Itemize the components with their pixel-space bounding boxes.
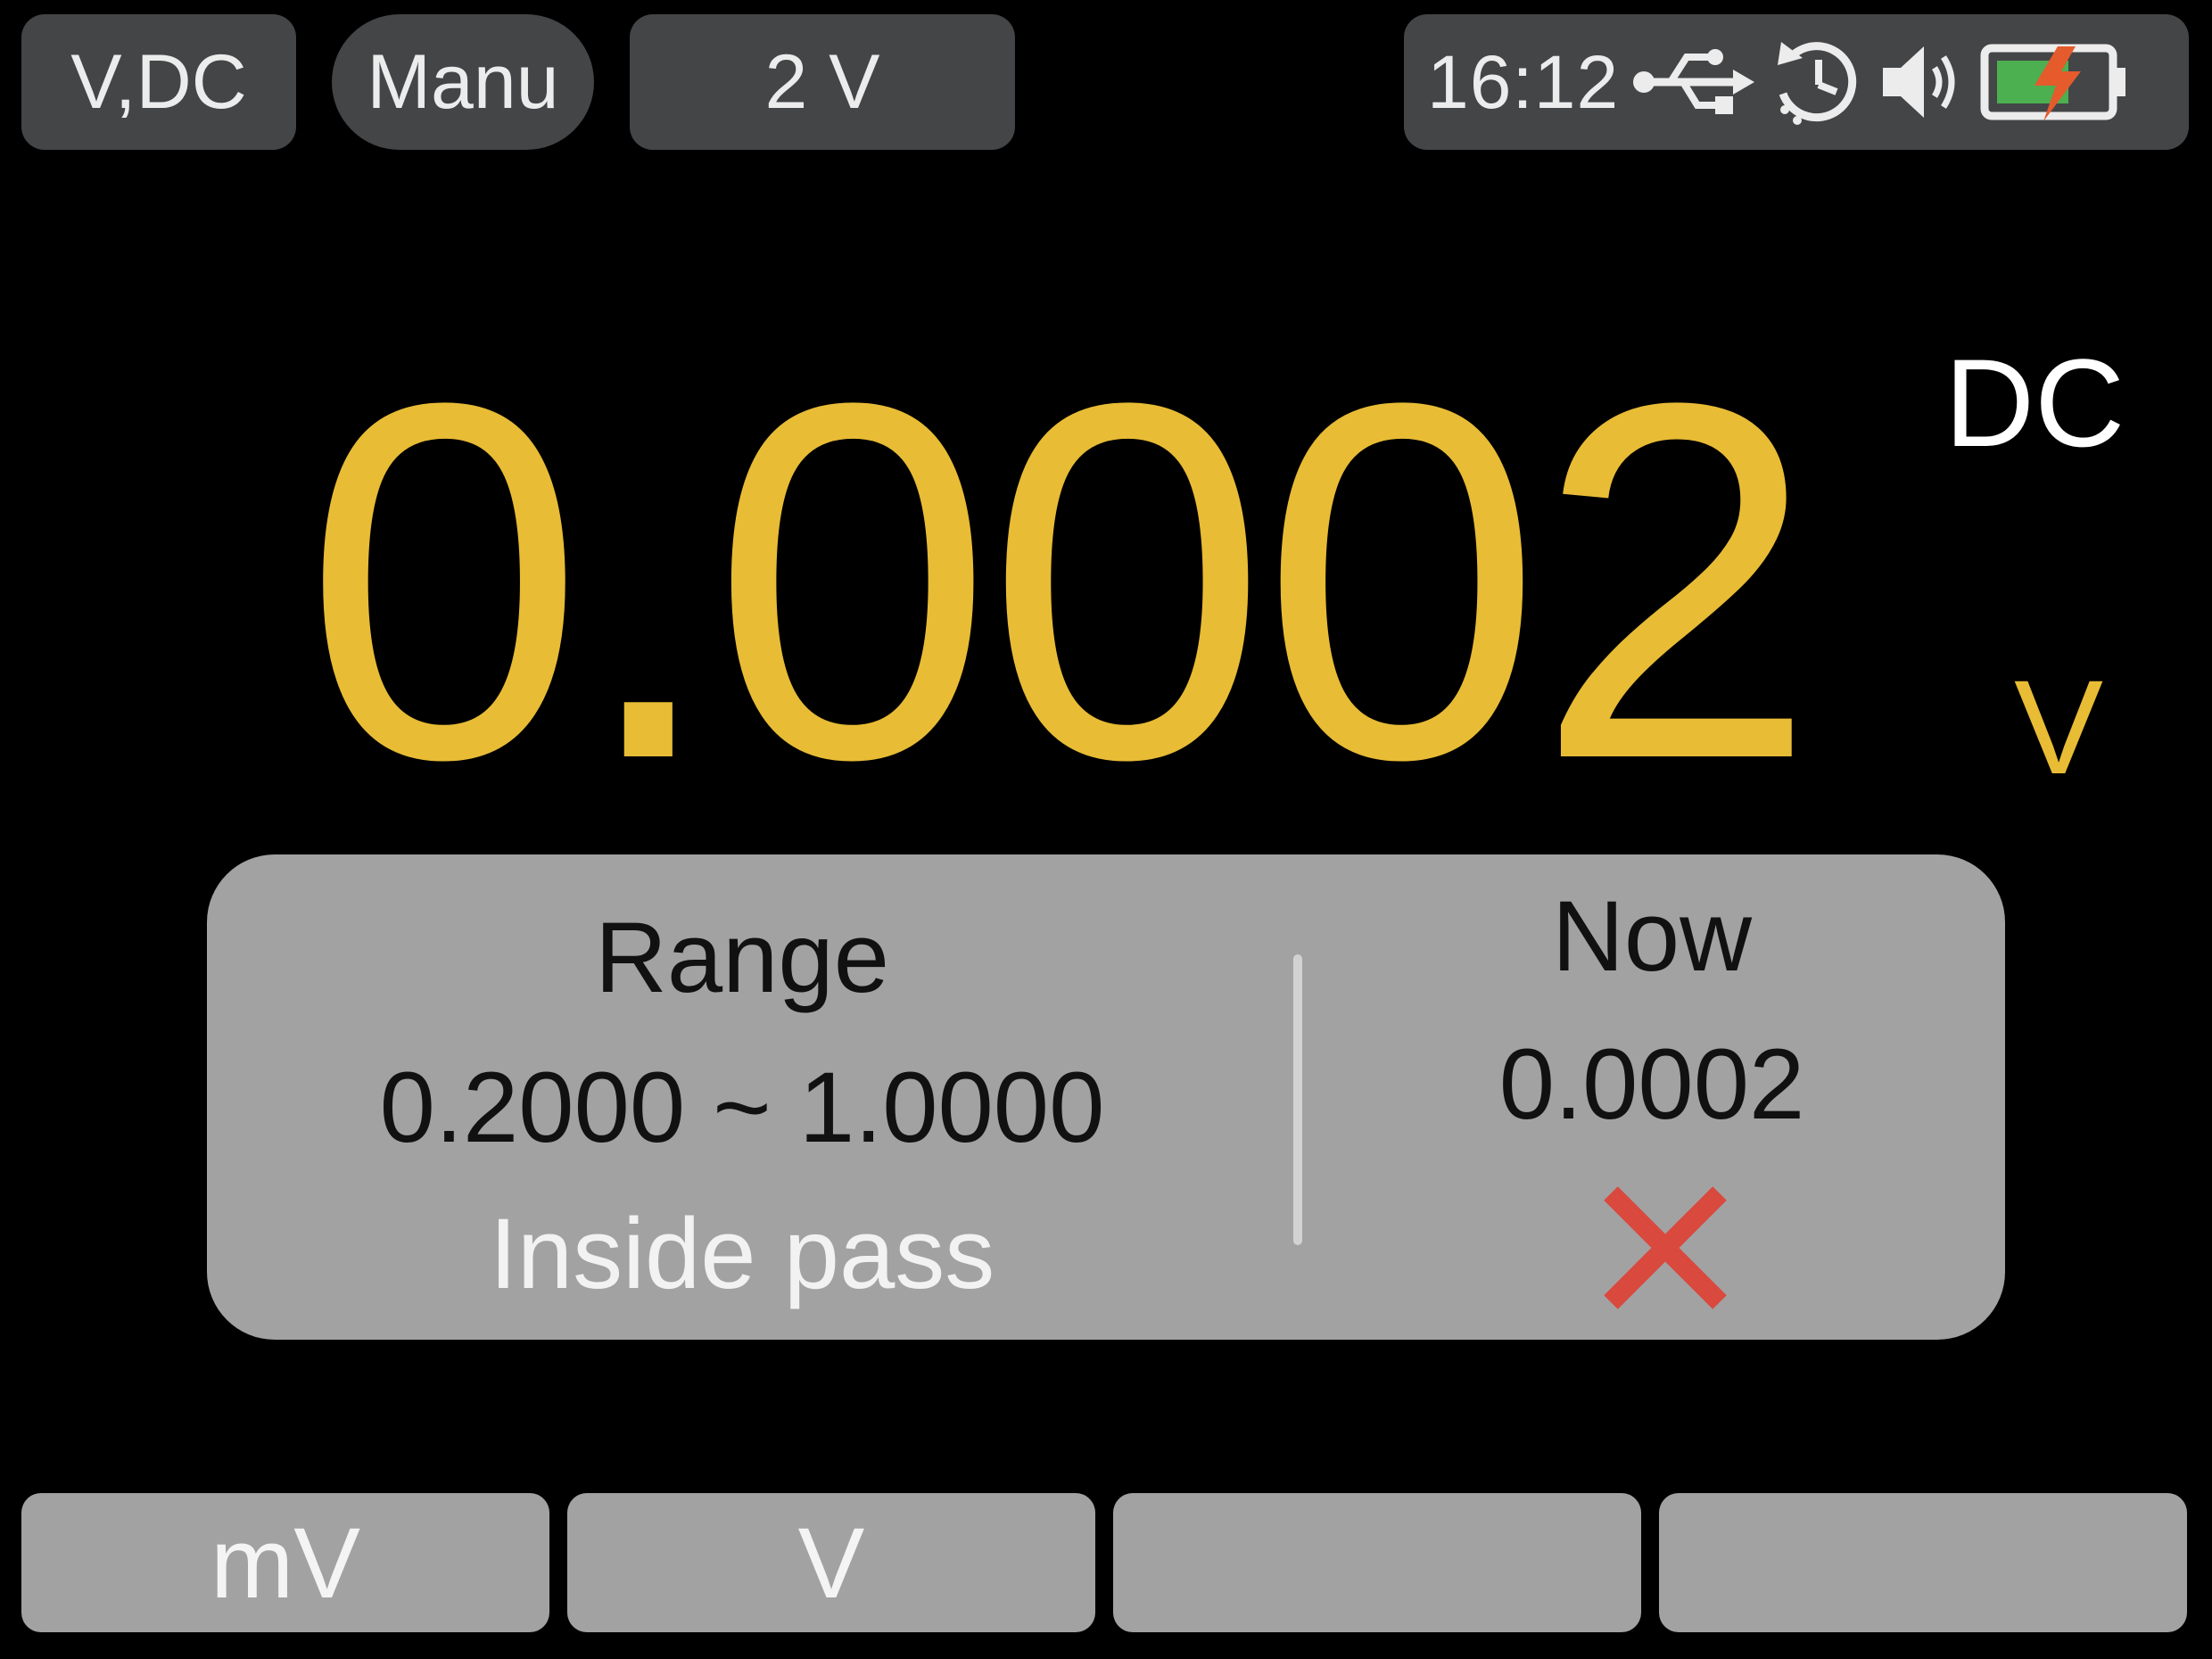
range-mode-button[interactable]: Manu: [332, 14, 594, 150]
timer-icon: [1767, 33, 1865, 131]
speaker-icon: [1878, 37, 1967, 127]
softkey-4[interactable]: [1659, 1493, 2187, 1632]
softkey-mv-label: mV: [210, 1506, 360, 1619]
range-limits: 0.2000 ~ 1.0000: [379, 1052, 1105, 1163]
reading-unit: V: [2014, 652, 2104, 802]
status-bar: 16:12: [1404, 14, 2189, 150]
range-button[interactable]: 2 V: [630, 14, 1015, 150]
panel-divider: [1293, 954, 1302, 1245]
limit-test-panel: Range 0.2000 ~ 1.0000 Inside pass Now 0.…: [207, 854, 2005, 1340]
battery-charging-icon: [1979, 39, 2129, 125]
softkey-v[interactable]: V: [567, 1493, 1095, 1632]
range-label: 2 V: [764, 38, 880, 125]
clock-time: 16:12: [1427, 39, 1620, 124]
main-reading: 0.0002: [303, 299, 1817, 864]
range-mode-label: Manu: [367, 38, 559, 125]
limit-mode: Inside pass: [489, 1198, 995, 1309]
softkey-mv[interactable]: mV: [21, 1493, 549, 1632]
softkey-3[interactable]: [1113, 1493, 1641, 1632]
fail-x-icon: [1598, 1181, 1732, 1319]
function-mode-label: V,DC: [70, 38, 247, 125]
now-title: Now: [1551, 880, 1753, 992]
range-title: Range: [594, 902, 890, 1013]
softkey-v-label: V: [797, 1506, 865, 1619]
now-value: 0.0002: [1498, 1028, 1805, 1140]
coupling-indicator: DC: [1944, 333, 2125, 473]
usb-icon: [1631, 46, 1755, 118]
function-mode-button[interactable]: V,DC: [21, 14, 296, 150]
